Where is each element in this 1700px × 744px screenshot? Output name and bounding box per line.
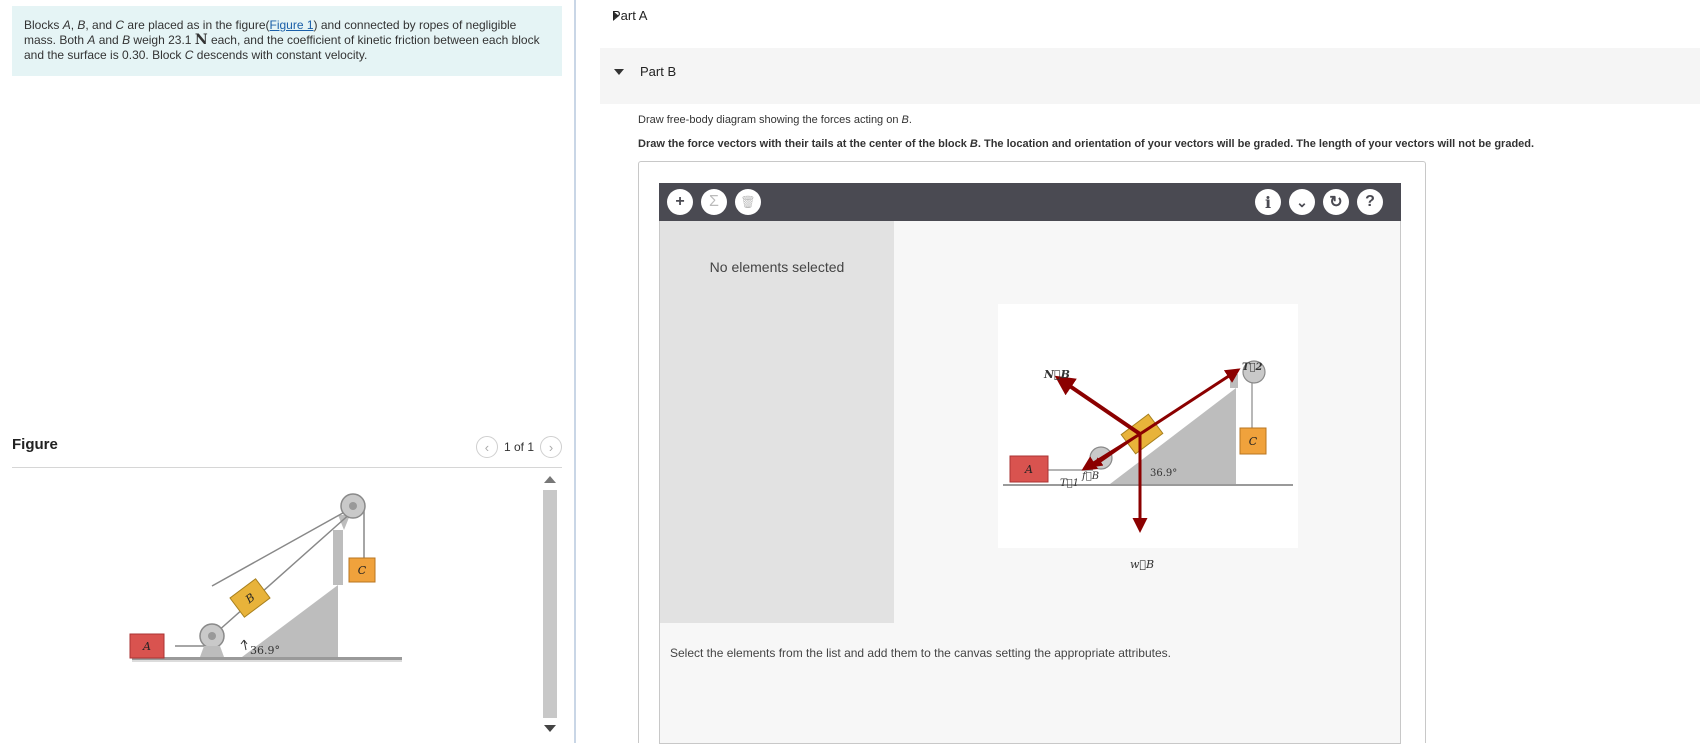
problem-text: are placed as in the figure( <box>124 18 270 32</box>
instruction-2: Draw the force vectors with their tails … <box>638 138 1534 150</box>
figure-image: A B C 36.9° <box>12 470 562 738</box>
instruction-text: Draw the force vectors with their tails … <box>638 138 970 150</box>
incline-diagram: A B C 36.9° <box>129 493 402 662</box>
block-b-ref: B <box>969 138 978 150</box>
block-b-ref: B <box>122 33 131 47</box>
figure-scrollbar[interactable] <box>541 472 559 736</box>
block-a-label: A <box>142 640 151 653</box>
instruction-text: . The location and orientation of your v… <box>977 138 1535 150</box>
select-instructions: Select the elements from the list and ad… <box>670 646 1171 660</box>
ground-shadow <box>132 660 402 662</box>
block-c-label: C <box>358 564 367 577</box>
canvas-ground <box>1003 484 1293 486</box>
scroll-thumb[interactable] <box>543 490 557 718</box>
block-a-ref: A <box>62 18 71 32</box>
canvas-block-c-label: C <box>1249 435 1258 448</box>
pulley-left-stand <box>200 646 224 657</box>
block-b: B <box>229 578 271 618</box>
canvas-block-a-label: A <box>1024 463 1033 476</box>
normal-force-label: N⃗B <box>1043 368 1070 381</box>
block-c-ref: C <box>115 18 125 32</box>
vector-drawing-tool: + Σ 🗑 i ⌄ ↻ ? No elements selected A C N… <box>638 161 1426 744</box>
chevron-left-icon[interactable]: ‹ <box>475 436 498 458</box>
problem-text: , and <box>85 18 116 32</box>
help-icon[interactable]: ? <box>1357 189 1383 215</box>
normal-force-vector[interactable] <box>1054 375 1142 436</box>
sigma-icon[interactable]: Σ <box>701 189 727 215</box>
right-pane: Part A Part B Draw free-body diagram sho… <box>576 0 1700 744</box>
problem-text: weigh 23.1 <box>130 33 195 47</box>
figure-header: Figure ‹ 1 of 1 › <box>12 432 562 468</box>
trash-icon[interactable]: 🗑 <box>735 189 761 215</box>
instruction-text: . <box>908 114 912 126</box>
instruction-1: Draw free-body diagram showing the force… <box>638 114 912 126</box>
plus-icon[interactable]: + <box>667 189 693 215</box>
canvas-angle-label: 36.9° <box>1150 468 1177 479</box>
part-b-label: Part B <box>640 64 677 79</box>
instruction-text: Draw free-body diagram showing the force… <box>638 114 902 126</box>
problem-text: and <box>95 33 123 47</box>
tension-2-label: T⃗2 <box>1242 362 1262 373</box>
properties-panel: No elements selected <box>660 221 894 623</box>
problem-text: Blocks <box>24 18 63 32</box>
part-b-header[interactable]: Part B <box>600 48 1700 104</box>
chevron-down-icon[interactable]: ⌄ <box>1289 189 1315 215</box>
problem-statement: Blocks A, B, and C are placed as in the … <box>12 6 562 76</box>
angle-label: 36.9° <box>250 644 280 657</box>
reset-icon[interactable]: ↻ <box>1323 189 1349 215</box>
no-selection-text: No elements selected <box>709 259 845 275</box>
drawing-workspace[interactable]: No elements selected A C N⃗B T⃗2 T⃗1 f⃗B… <box>659 221 1401 744</box>
info-icon[interactable]: i <box>1255 189 1281 215</box>
pulley-left-hub <box>208 632 216 640</box>
drawing-canvas[interactable]: A C N⃗B T⃗2 T⃗1 f⃗B 36.9° <box>998 304 1298 548</box>
unit-newton: N <box>194 32 208 48</box>
left-pane: Blocks A, B, and C are placed as in the … <box>0 0 574 743</box>
pager-text: 1 of 1 <box>503 440 534 454</box>
angle-arrow <box>240 639 248 651</box>
weight-label: w⃗B <box>1130 558 1155 571</box>
figure-link[interactable]: Figure 1 <box>270 18 314 32</box>
scroll-up-icon[interactable] <box>544 476 556 483</box>
fbd-canvas-svg: A C N⃗B T⃗2 T⃗1 f⃗B 36.9° <box>1003 360 1293 533</box>
scroll-down-icon[interactable] <box>544 725 556 732</box>
figure-pager: ‹ 1 of 1 › <box>475 436 562 458</box>
figure-title: Figure <box>12 436 58 453</box>
problem-text: descends with constant velocity. <box>193 48 368 62</box>
tool-toolbar: + Σ 🗑 i ⌄ ↻ ? <box>659 183 1401 221</box>
part-a-header[interactable]: Part A <box>612 8 647 23</box>
collapse-triangle-icon[interactable] <box>614 69 624 75</box>
ground-line <box>132 657 402 660</box>
chevron-right-icon[interactable]: › <box>540 436 562 458</box>
block-b-ref: B <box>901 114 909 126</box>
pulley-right-hub <box>349 502 357 510</box>
tension-1-label: T⃗1 <box>1060 478 1079 489</box>
friction-label: f⃗B <box>1081 471 1099 482</box>
